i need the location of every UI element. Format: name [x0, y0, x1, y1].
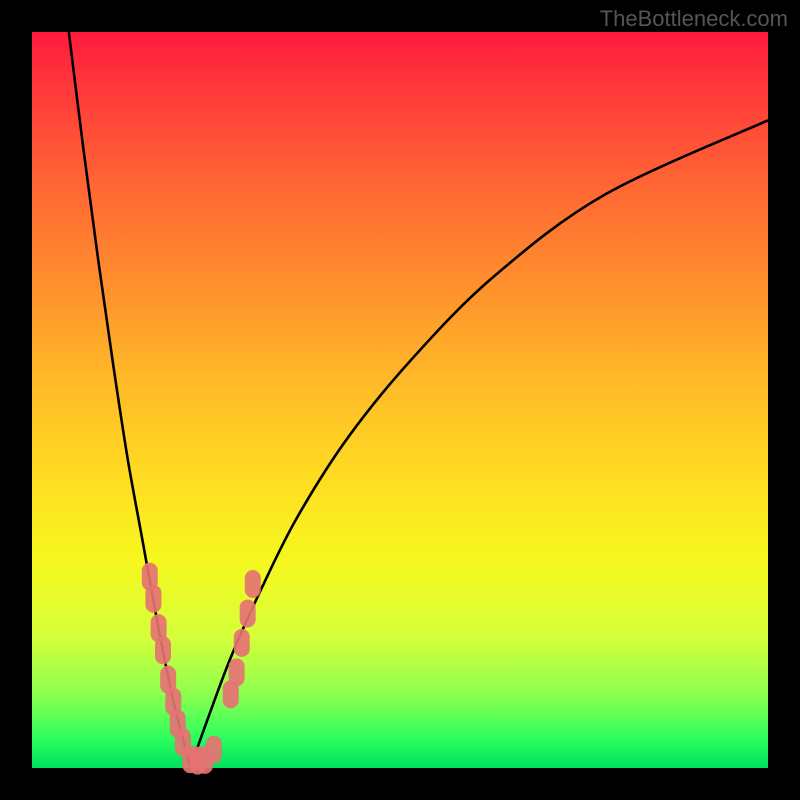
scatter-point	[155, 636, 171, 664]
chart-frame: TheBottleneck.com	[0, 0, 800, 800]
chart-svg	[32, 32, 768, 768]
right-branch-line	[190, 120, 768, 768]
scatter-overlay	[142, 563, 261, 775]
scatter-point	[229, 658, 245, 686]
scatter-point	[240, 599, 256, 627]
scatter-point	[234, 629, 250, 657]
left-branch-line	[69, 32, 190, 768]
watermark-text: TheBottleneck.com	[600, 6, 788, 32]
scatter-point	[245, 570, 261, 598]
scatter-point	[145, 585, 161, 613]
scatter-point	[206, 736, 222, 764]
